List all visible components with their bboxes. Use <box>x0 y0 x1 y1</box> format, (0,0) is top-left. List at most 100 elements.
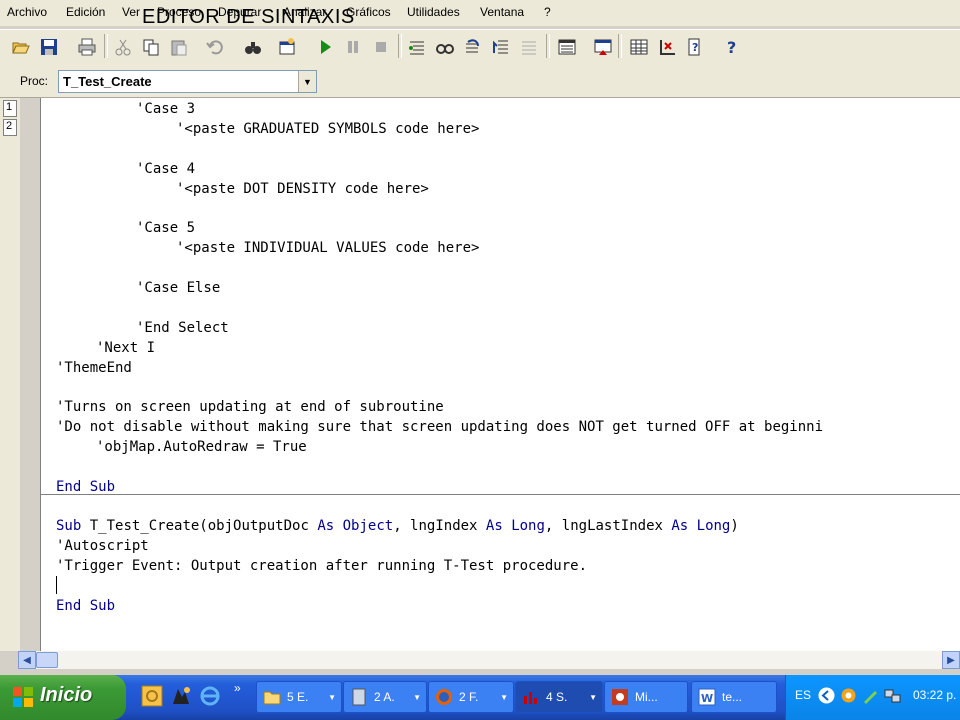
taskbar-button-app[interactable]: 2 A. ▼ <box>343 681 427 713</box>
data-grid-icon[interactable] <box>626 34 651 59</box>
task-label: 2 A. <box>374 690 395 704</box>
run-to-cursor-icon[interactable] <box>516 34 541 59</box>
proc-label: Proc: <box>20 74 49 88</box>
chevron-down-icon: ▼ <box>589 693 597 702</box>
language-indicator[interactable]: ES <box>795 688 811 702</box>
toolbar-separator <box>398 34 402 58</box>
code-line: 'Case 4 <box>136 161 196 177</box>
corner <box>0 651 18 669</box>
chart-axes-icon[interactable] <box>654 34 679 59</box>
horizontal-scrollbar[interactable]: ◀ ▶ <box>18 651 960 669</box>
undo-icon[interactable] <box>202 34 227 59</box>
scroll-thumb[interactable] <box>36 652 58 668</box>
chevron-right-icon[interactable]: » <box>234 681 241 695</box>
chevron-down-icon: ▼ <box>328 693 336 702</box>
quicklaunch-app-icon[interactable] <box>141 685 163 707</box>
svg-text:W: W <box>701 692 713 705</box>
task-label: te... <box>722 690 743 704</box>
taskbar-button-powerpoint[interactable]: Mi... <box>604 681 688 713</box>
code-line: '<paste GRADUATED SYMBOLS code here> <box>176 121 480 137</box>
svg-text:?: ? <box>727 38 736 56</box>
toolbar: ? ? <box>0 29 960 65</box>
run-icon[interactable] <box>312 34 337 59</box>
pause-icon[interactable] <box>340 34 365 59</box>
menu-edicion[interactable]: Edición <box>66 5 105 19</box>
chevron-down-icon[interactable]: ▼ <box>298 71 316 92</box>
cut-icon[interactable] <box>110 34 135 59</box>
folder-icon <box>263 691 281 705</box>
paste-icon[interactable] <box>166 34 191 59</box>
menu-ventana[interactable]: Ventana <box>480 5 524 19</box>
task-label: 5 E. <box>287 690 309 704</box>
chevron-down-icon: ▼ <box>413 693 421 702</box>
code-line: 'Case 5 <box>136 220 196 236</box>
step-out-icon[interactable] <box>488 34 513 59</box>
code-line: 'Case 3 <box>136 101 196 117</box>
proc-value: T_Test_Create <box>63 74 152 89</box>
menu-archivo[interactable]: Archivo <box>7 5 47 19</box>
menu-bar: Archivo Edición Ver Proceso Depurar Anal… <box>0 0 960 28</box>
step-into-icon[interactable] <box>404 34 429 59</box>
network-icon[interactable] <box>884 687 901 704</box>
dialog-editor-icon[interactable] <box>590 34 615 59</box>
code-line: 'End Select <box>136 320 229 336</box>
chevron-left-icon[interactable] <box>818 687 835 704</box>
powerpoint-icon <box>612 689 628 705</box>
antivirus-icon[interactable] <box>840 687 857 704</box>
help-topic-icon[interactable]: ? <box>682 34 707 59</box>
clock[interactable]: 03:22 p. <box>913 688 956 702</box>
menu-utilidades[interactable]: Utilidades <box>407 5 460 19</box>
find-icon[interactable] <box>240 34 265 59</box>
menu-help[interactable]: ? <box>544 5 551 19</box>
copy-icon[interactable] <box>138 34 163 59</box>
step-over-icon[interactable] <box>460 34 485 59</box>
task-label: 4 S. <box>546 690 568 704</box>
save-icon[interactable] <box>36 34 61 59</box>
svg-text:?: ? <box>692 41 698 54</box>
watch-icon[interactable] <box>432 34 457 59</box>
task-label: Mi... <box>635 690 658 704</box>
text-caret <box>56 576 57 594</box>
procedure-separator <box>41 494 960 495</box>
spss-icon <box>524 692 537 704</box>
toolbar-separator <box>546 34 550 58</box>
scroll-left-icon[interactable]: ◀ <box>18 651 36 669</box>
dialog-recall-icon[interactable] <box>274 34 299 59</box>
help-icon[interactable]: ? <box>718 34 743 59</box>
system-tray: ES 03:22 p. <box>785 675 960 720</box>
code-line: '<paste DOT DENSITY code here> <box>176 181 429 197</box>
code-line: '<paste INDIVIDUAL VALUES code here> <box>176 240 480 256</box>
editor-margin <box>20 98 41 651</box>
code-line: 'Autoscript <box>56 538 149 554</box>
overlay-title: EDITOR DE SINTAXIS <box>142 6 355 28</box>
line-marker[interactable]: 2 <box>3 119 17 136</box>
proc-dropdown[interactable]: T_Test_Create ▼ <box>58 70 317 93</box>
taskbar-button-spss[interactable]: 4 S. ▼ <box>515 681 603 713</box>
taskbar-button-firefox[interactable]: 2 F. ▼ <box>428 681 514 713</box>
menu-ver[interactable]: Ver <box>122 5 140 19</box>
taskbar-button-explorer[interactable]: 5 E. ▼ <box>256 681 342 713</box>
taskbar-button-word[interactable]: W te... <box>691 681 777 713</box>
object-browser-icon[interactable] <box>554 34 579 59</box>
taskbar: Inicio » 5 E. ▼ 2 A. ▼ 2 F. ▼ 4 S. ▼ Mi.… <box>0 675 960 720</box>
code-line: 'Case Else <box>136 280 221 296</box>
word-icon: W <box>698 688 716 706</box>
document-icon <box>352 688 366 706</box>
print-icon[interactable] <box>74 34 99 59</box>
scroll-right-icon[interactable]: ▶ <box>942 651 960 669</box>
quicklaunch-app-icon[interactable] <box>170 685 192 707</box>
code-line: 'Trigger Event: Output creation after ru… <box>56 558 588 574</box>
stop-icon[interactable] <box>368 34 393 59</box>
gutter: 1 2 <box>0 98 20 651</box>
open-icon[interactable] <box>8 34 33 59</box>
internet-explorer-icon[interactable] <box>199 685 221 707</box>
sub-declaration: Sub T_Test_Create(objOutputDoc As Object… <box>56 518 739 534</box>
code-line: 'Next I <box>96 340 156 356</box>
start-button[interactable]: Inicio <box>0 675 126 720</box>
task-label: 2 F. <box>459 690 479 704</box>
line-marker[interactable]: 1 <box>3 100 17 117</box>
tray-app-icon[interactable] <box>862 687 879 704</box>
code-editor[interactable]: 'Case 3 '<paste GRADUATED SYMBOLS code h… <box>41 98 960 651</box>
code-line: 'Do not disable without making sure that… <box>56 419 824 435</box>
code-line: End Sub <box>56 598 116 614</box>
